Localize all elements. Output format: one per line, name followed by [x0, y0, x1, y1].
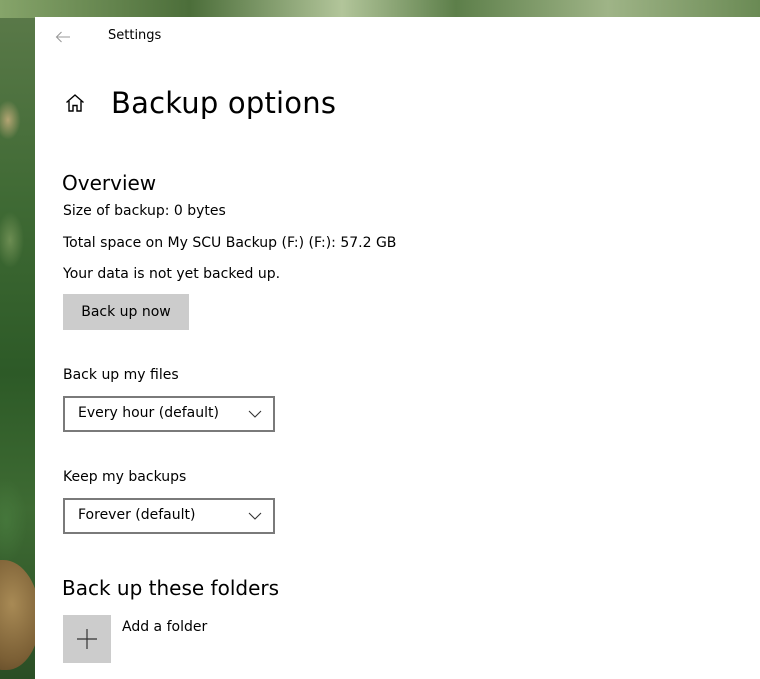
- title-bar: Settings: [35, 17, 760, 57]
- backup-frequency-value: Every hour (default): [78, 405, 219, 421]
- back-up-now-button[interactable]: Back up now: [63, 294, 189, 330]
- add-folder-button[interactable]: [63, 615, 111, 663]
- add-folder-label[interactable]: Add a folder: [122, 619, 207, 635]
- wallpaper-top-strip: [0, 0, 760, 18]
- chevron-down-icon: [248, 512, 262, 520]
- folders-heading: Back up these folders: [62, 576, 280, 600]
- backup-status-text: Your data is not yet backed up.: [63, 266, 281, 282]
- plus-icon: [77, 629, 97, 649]
- backup-frequency-dropdown[interactable]: Every hour (default): [63, 396, 275, 432]
- back-arrow-icon: [55, 31, 70, 43]
- backup-size-text: Size of backup: 0 bytes: [63, 203, 226, 219]
- keep-backups-label: Keep my backups: [63, 469, 187, 485]
- overview-heading: Overview: [62, 171, 157, 195]
- chevron-down-icon: [248, 410, 262, 418]
- total-space-text: Total space on My SCU Backup (F:) (F:): …: [63, 235, 397, 251]
- page-title: Backup options: [111, 86, 337, 120]
- wallpaper-stone: [0, 560, 40, 670]
- keep-backups-dropdown[interactable]: Forever (default): [63, 498, 275, 534]
- settings-window: Settings Backup options Overview Size of…: [35, 17, 760, 679]
- app-title: Settings: [108, 28, 162, 43]
- page-header: Backup options: [63, 83, 336, 123]
- home-icon: [66, 94, 84, 112]
- keep-backups-value: Forever (default): [78, 507, 196, 523]
- back-button[interactable]: [49, 25, 77, 49]
- backup-frequency-label: Back up my files: [63, 367, 179, 383]
